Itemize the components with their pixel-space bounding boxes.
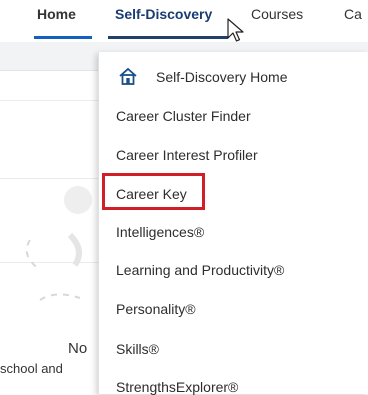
tab-home-underline [34,36,92,39]
top-nav: Home Self-Discovery Courses Ca [0,0,368,40]
menu-item-career-interest-profiler[interactable]: Career Interest Profiler [116,147,258,163]
menu-item-skills[interactable]: Skills® [116,341,159,357]
tab-self-discovery[interactable]: Self-Discovery [115,6,212,22]
menu-item-career-cluster-finder[interactable]: Career Cluster Finder [116,108,251,124]
background-text: school and [0,361,63,376]
tab-self-discovery-underline [108,36,228,39]
home-icon [119,67,137,85]
background-illustration [25,186,92,301]
tab-careers[interactable]: Ca [344,6,362,22]
mouse-cursor-icon [227,18,244,42]
tab-courses[interactable]: Courses [251,6,303,22]
menu-item-strengths-explorer[interactable]: StrengthsExplorer® [116,379,238,395]
self-discovery-dropdown: Self-Discovery Home Career Cluster Finde… [98,52,368,395]
highlight-box [102,173,205,210]
background-text: No [68,340,88,357]
menu-item-self-discovery-home[interactable]: Self-Discovery Home [156,69,287,85]
menu-item-learning-and-productivity[interactable]: Learning and Productivity® [116,262,284,278]
tab-home[interactable]: Home [37,6,76,22]
menu-item-personality[interactable]: Personality® [116,301,196,317]
menu-item-intelligences[interactable]: Intelligences® [116,224,204,240]
